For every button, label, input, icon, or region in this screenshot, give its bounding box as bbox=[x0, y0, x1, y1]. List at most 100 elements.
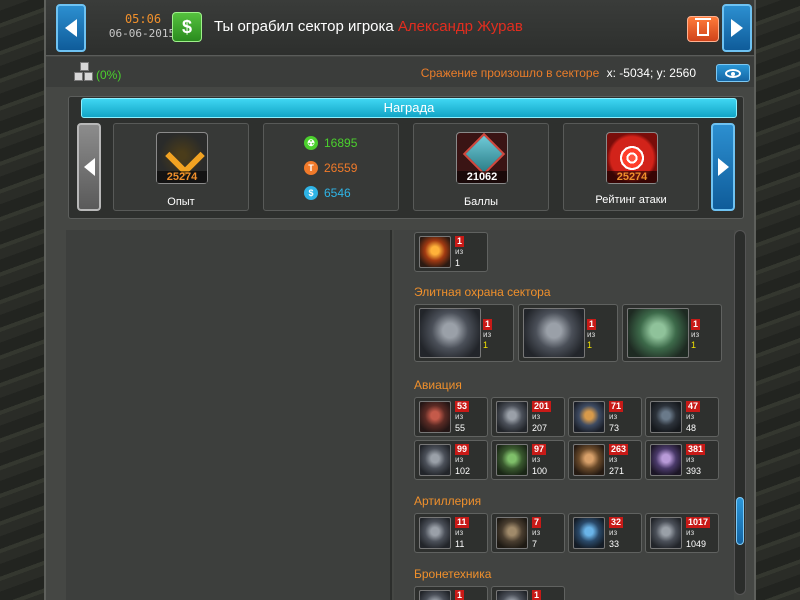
scrollbar-thumb[interactable] bbox=[736, 497, 744, 545]
unit-count: 1 bbox=[587, 319, 597, 330]
unit-of: из bbox=[455, 247, 464, 256]
player-name-link[interactable]: Александр Журав bbox=[398, 18, 523, 35]
experience-card: 25274 Опыт bbox=[113, 123, 249, 211]
elite-unit-card[interactable]: 1 из 1 bbox=[414, 304, 514, 362]
unit-card[interactable]: 99 из 102 bbox=[414, 440, 488, 480]
reward-next-button[interactable] bbox=[711, 123, 735, 211]
unit-card[interactable]: 11 из 11 bbox=[414, 513, 488, 553]
unit-count: 381 bbox=[686, 444, 706, 455]
unit-card[interactable]: 97 из 100 bbox=[491, 440, 565, 480]
next-report-button[interactable] bbox=[722, 4, 752, 52]
section-aviation-title: Авиация bbox=[414, 378, 462, 392]
section-artillery-title: Артиллерия bbox=[414, 494, 482, 508]
unit-count: 99 bbox=[455, 444, 470, 455]
unit-count: 1 bbox=[483, 319, 493, 330]
elite-unit-card[interactable]: 1 из 1 bbox=[518, 304, 618, 362]
unit-total: 1 bbox=[691, 340, 697, 350]
unit-card[interactable]: 381 из 393 bbox=[645, 440, 719, 480]
unit-count: 1 bbox=[691, 319, 701, 330]
aircraft-icon bbox=[650, 444, 682, 476]
unit-of: из bbox=[532, 412, 541, 421]
unit-of: из bbox=[686, 412, 695, 421]
unit-of: из bbox=[455, 412, 464, 421]
unit-card[interactable]: 1 из 1 bbox=[414, 232, 488, 272]
delete-report-button[interactable] bbox=[687, 16, 719, 42]
unit-total: 1 bbox=[455, 258, 461, 268]
unit-total: 48 bbox=[686, 423, 697, 433]
helicopter-icon bbox=[419, 308, 481, 358]
artillery-icon bbox=[573, 517, 605, 549]
unit-count: 1 bbox=[532, 590, 542, 600]
unit-total: 393 bbox=[686, 466, 702, 476]
dollar-icon: $ bbox=[172, 12, 202, 42]
headline-text: Ты ограбил сектор игрока bbox=[214, 18, 394, 35]
unit-count: 1 bbox=[455, 590, 465, 600]
unit-total: 207 bbox=[532, 423, 548, 433]
green-mech-icon bbox=[627, 308, 689, 358]
arrow-right-icon bbox=[731, 19, 743, 37]
unit-of: из bbox=[455, 455, 464, 464]
unit-of: из bbox=[686, 528, 695, 537]
experience-label: Опыт bbox=[167, 196, 195, 208]
unit-count: 53 bbox=[455, 401, 470, 412]
units-scrollbar[interactable] bbox=[734, 230, 746, 595]
resources-card: ☢ 16895 T 26559 $ 6546 bbox=[263, 123, 399, 211]
points-value: 21062 bbox=[457, 171, 507, 183]
artillery-icon bbox=[496, 517, 528, 549]
tank-icon bbox=[419, 590, 451, 600]
unit-total: 33 bbox=[609, 539, 620, 549]
eye-icon bbox=[725, 68, 741, 78]
experience-value: 25274 bbox=[157, 171, 207, 183]
unit-count: 71 bbox=[609, 401, 624, 412]
unit-count: 7 bbox=[532, 517, 542, 528]
unit-of: из bbox=[532, 455, 541, 464]
unit-of: из bbox=[455, 528, 464, 537]
defender-units-pane: 1 из 1 Элитная охрана сектора 1 из 1 1 и… bbox=[394, 230, 734, 600]
unit-total: 102 bbox=[455, 466, 471, 476]
unit-total: 11 bbox=[455, 539, 465, 549]
aircraft-icon bbox=[496, 401, 528, 433]
unit-card[interactable]: 7 из 7 bbox=[491, 513, 565, 553]
report-header: 05:06 06-06-2015 $ Ты ограбил сектор игр… bbox=[46, 0, 754, 56]
unit-card[interactable]: 263 из 271 bbox=[568, 440, 642, 480]
tank-icon bbox=[496, 590, 528, 600]
aircraft-icon bbox=[573, 401, 605, 433]
view-sector-button[interactable] bbox=[716, 64, 750, 82]
battle-coordinates: x: -5034; y: 2560 bbox=[606, 66, 696, 80]
resource-row-titanium: T 26559 bbox=[304, 161, 357, 175]
unit-of: из bbox=[609, 412, 618, 421]
radiation-value: 16895 bbox=[324, 136, 358, 150]
unit-count: 1 bbox=[455, 236, 465, 247]
unit-total: 73 bbox=[609, 423, 620, 433]
unit-count: 32 bbox=[609, 517, 624, 528]
unit-count: 201 bbox=[532, 401, 552, 412]
unit-card[interactable]: 71 из 73 bbox=[568, 397, 642, 437]
aircraft-icon bbox=[573, 444, 605, 476]
unit-card[interactable]: 32 из 33 bbox=[568, 513, 642, 553]
unit-card[interactable]: 47 из 48 bbox=[645, 397, 719, 437]
unit-card[interactable]: 1 bbox=[414, 586, 488, 600]
unit-of: из bbox=[691, 330, 700, 339]
reward-prev-button[interactable] bbox=[77, 123, 101, 211]
trash-icon bbox=[695, 18, 711, 36]
resource-row-radiation: ☢ 16895 bbox=[304, 136, 357, 150]
unit-card[interactable]: 1017 из 1049 bbox=[645, 513, 719, 553]
aircraft-icon bbox=[496, 444, 528, 476]
unit-of: из bbox=[587, 330, 596, 339]
luck-percent: (0%) bbox=[96, 68, 122, 82]
unit-of: из bbox=[609, 455, 618, 464]
dollar-icon: $ bbox=[304, 186, 318, 200]
game-background-left bbox=[0, 0, 48, 600]
game-background-right bbox=[752, 0, 800, 600]
unit-total: 271 bbox=[609, 466, 625, 476]
unit-card[interactable]: 201 из 207 bbox=[491, 397, 565, 437]
elite-unit-card[interactable]: 1 из 1 bbox=[622, 304, 722, 362]
unit-card[interactable]: 1 bbox=[491, 586, 565, 600]
unit-card[interactable]: 53 из 55 bbox=[414, 397, 488, 437]
previous-report-button[interactable] bbox=[56, 4, 86, 52]
battle-report-dialog: 05:06 06-06-2015 $ Ты ограбил сектор игр… bbox=[44, 0, 756, 600]
unit-total: 1 bbox=[483, 340, 489, 350]
arrow-right-icon bbox=[717, 158, 729, 176]
unit-count: 11 bbox=[455, 517, 469, 528]
unit-total: 1049 bbox=[686, 539, 707, 549]
